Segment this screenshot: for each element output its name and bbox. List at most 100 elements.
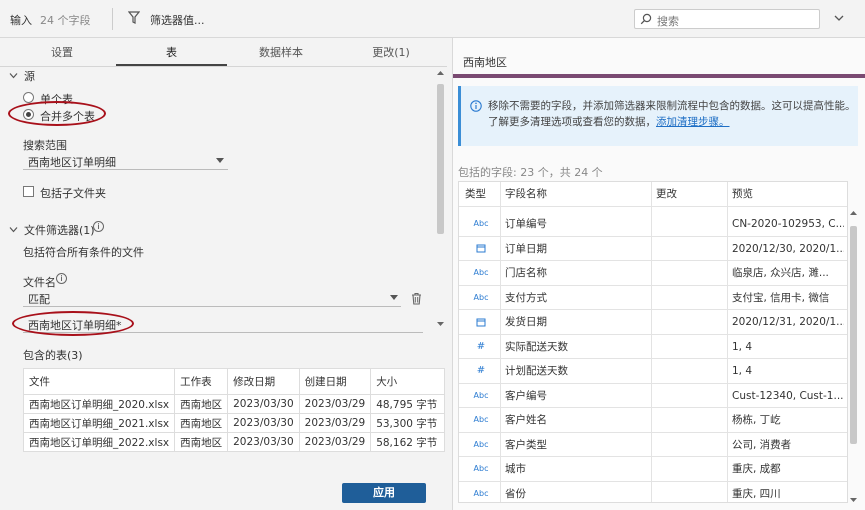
column-header: 创建日期 xyxy=(298,368,372,395)
table-cell: 2023/03/29 xyxy=(298,432,372,452)
table-row[interactable]: 西南地区订单明细_2020.xlsx 西南地区 2023/03/30 2023/… xyxy=(22,394,445,414)
field-name: 门店名称 xyxy=(505,267,547,279)
file-filter-description: 包括符合所有条件的文件 xyxy=(23,246,144,259)
collapse-chevron-icon[interactable] xyxy=(834,14,844,22)
field-preview: CN-2020-102953, C... xyxy=(732,218,844,230)
field-row[interactable]: Abc 订单编号 CN-2020-102953, C... xyxy=(459,212,847,237)
table-cell: 2023/03/30 xyxy=(227,394,300,414)
table-cell: 西南地区订单明细_2020.xlsx xyxy=(22,394,176,414)
column-divider xyxy=(651,182,652,502)
field-row[interactable]: Abc 支付方式 支付宝, 信用卡, 微信 xyxy=(459,286,847,310)
table-cell: 2023/03/30 xyxy=(227,413,300,433)
field-name: 省份 xyxy=(505,487,526,500)
info-icon[interactable]: i xyxy=(93,221,104,232)
column-divider xyxy=(500,182,501,502)
table-cell: 西南地区订单明细_2021.xlsx xyxy=(22,413,176,433)
single-table-radio[interactable] xyxy=(23,92,34,103)
match-dropdown[interactable]: 匹配 xyxy=(23,288,401,307)
search-icon xyxy=(640,13,652,25)
column-header: 工作表 xyxy=(174,368,229,395)
field-name: 发货日期 xyxy=(505,316,547,328)
string-type-icon: Abc xyxy=(473,268,489,277)
trash-icon[interactable] xyxy=(411,292,422,305)
field-preview: 支付宝, 信用卡, 微信 xyxy=(732,291,830,304)
column-header: 文件 xyxy=(22,368,176,395)
column-header: 修改日期 xyxy=(227,368,300,395)
search-scope-dropdown[interactable]: 西南地区订单明细 xyxy=(23,151,228,170)
table-cell: 西南地区 xyxy=(174,432,229,452)
highlight-ellipse xyxy=(12,311,134,336)
field-preview: 临泉店, 众兴店, 濉... xyxy=(732,267,829,279)
filter-values-label: 筛选器值... xyxy=(150,14,205,27)
tab-changes[interactable]: 更改(1) xyxy=(335,44,447,66)
table-cell: 2023/03/30 xyxy=(227,432,300,452)
string-type-icon: Abc xyxy=(473,439,489,449)
fields-scrollbar-thumb[interactable] xyxy=(850,226,857,444)
table-row[interactable]: 西南地区订单明细_2021.xlsx 西南地区 2023/03/30 2023/… xyxy=(22,413,445,433)
match-value: 匹配 xyxy=(28,293,50,306)
field-preview: 1, 4 xyxy=(732,340,753,353)
file-filter-collapse-icon[interactable] xyxy=(9,226,18,233)
left-scrollbar-thumb[interactable] xyxy=(437,84,444,234)
field-row[interactable]: # 实际配送天数 1, 4 xyxy=(459,335,847,359)
tab-underline xyxy=(0,66,447,67)
field-count: 24 个字段 xyxy=(40,14,91,27)
search-placeholder: 搜索 xyxy=(657,15,679,28)
field-row[interactable]: Abc 客户类型 公司, 消费者 xyxy=(459,433,847,457)
table-cell: 2023/03/29 xyxy=(298,394,372,414)
table-cell: 西南地区 xyxy=(174,394,229,414)
column-header: 预览 xyxy=(732,188,753,200)
field-name: 订单日期 xyxy=(505,242,547,255)
info-banner: 移除不需要的字段，并添加筛选器来限制流程中包含的数据。这可以提高性能。了解更多清… xyxy=(458,86,858,146)
include-subfolders-checkbox[interactable] xyxy=(23,186,34,197)
dropdown-arrow-icon xyxy=(390,295,398,300)
field-preview: 杨栋, 丁屹 xyxy=(732,414,781,426)
field-row[interactable]: Abc 客户姓名 杨栋, 丁屹 xyxy=(459,408,847,433)
column-header: 字段名称 xyxy=(505,188,547,200)
divider xyxy=(112,8,113,30)
fields-header-row: 类型 字段名称 更改 预览 xyxy=(459,182,847,207)
table-row[interactable]: 西南地区订单明细_2022.xlsx 西南地区 2023/03/30 2023/… xyxy=(22,432,445,452)
source-collapse-icon[interactable] xyxy=(9,72,18,79)
string-type-icon: Abc xyxy=(473,415,489,424)
field-preview: 重庆, 成都 xyxy=(732,463,781,475)
scroll-up-icon[interactable] xyxy=(436,70,445,76)
field-row[interactable]: Abc 客户编号 Cust-12340, Cust-1... xyxy=(459,384,847,408)
info-text-block: 移除不需要的字段，并添加筛选器来限制流程中包含的数据。这可以提高性能。了解更多清… xyxy=(488,98,860,130)
field-name: 计划配送天数 xyxy=(505,365,568,377)
field-row[interactable]: Abc 省份 重庆, 四川 xyxy=(459,482,847,503)
field-preview: 公司, 消费者 xyxy=(732,438,792,451)
calendar-icon xyxy=(465,310,497,334)
tab-data-sample[interactable]: 数据样本 xyxy=(227,44,335,66)
number-type-icon: # xyxy=(476,365,486,376)
field-name: 支付方式 xyxy=(505,291,547,304)
field-row[interactable]: Abc 城市 重庆, 成都 xyxy=(459,457,847,482)
source-heading: 源 xyxy=(24,70,35,83)
fields-table: 类型 字段名称 更改 预览 Abc 订单编号 CN-2020-102953, C..… xyxy=(458,181,848,503)
field-row[interactable]: # 计划配送天数 1, 4 xyxy=(459,359,847,384)
field-row[interactable]: Abc 门店名称 临泉店, 众兴店, 濉... xyxy=(459,261,847,286)
tab-table[interactable]: 表 xyxy=(116,44,227,66)
file-filter-heading: 文件筛选器(1) xyxy=(24,224,95,237)
scroll-down-icon[interactable] xyxy=(849,497,858,503)
scroll-down-icon[interactable] xyxy=(436,321,445,327)
scroll-up-icon[interactable] xyxy=(849,210,858,216)
tab-settings[interactable]: 设置 xyxy=(8,44,116,66)
column-header: 类型 xyxy=(465,188,486,200)
filename-info-icon[interactable]: i xyxy=(56,273,67,284)
filter-values-button[interactable]: 筛选器值... xyxy=(124,10,279,28)
field-row[interactable]: 发货日期 2020/12/31, 2020/1... xyxy=(459,310,847,335)
included-tables-heading: 包含的表(3) xyxy=(23,349,83,362)
add-cleaning-step-link[interactable]: 添加清理步骤。 xyxy=(656,116,730,128)
field-preview: 2020/12/31, 2020/1... xyxy=(732,316,844,328)
include-subfolders-label: 包括子文件夹 xyxy=(40,187,106,200)
search-input[interactable]: 搜索 xyxy=(634,9,820,29)
table-cell: 西南地区订单明细_2022.xlsx xyxy=(22,432,176,452)
table-cell: 53,300 字节 xyxy=(370,413,445,433)
apply-button[interactable]: 应用 xyxy=(342,483,426,503)
column-header: 更改 xyxy=(656,188,677,200)
field-row[interactable]: 订单日期 2020/12/30, 2020/1... xyxy=(459,237,847,261)
table-cell: 48,795 字节 xyxy=(370,394,445,414)
accent-bar xyxy=(453,74,865,78)
field-name: 订单编号 xyxy=(505,218,547,230)
